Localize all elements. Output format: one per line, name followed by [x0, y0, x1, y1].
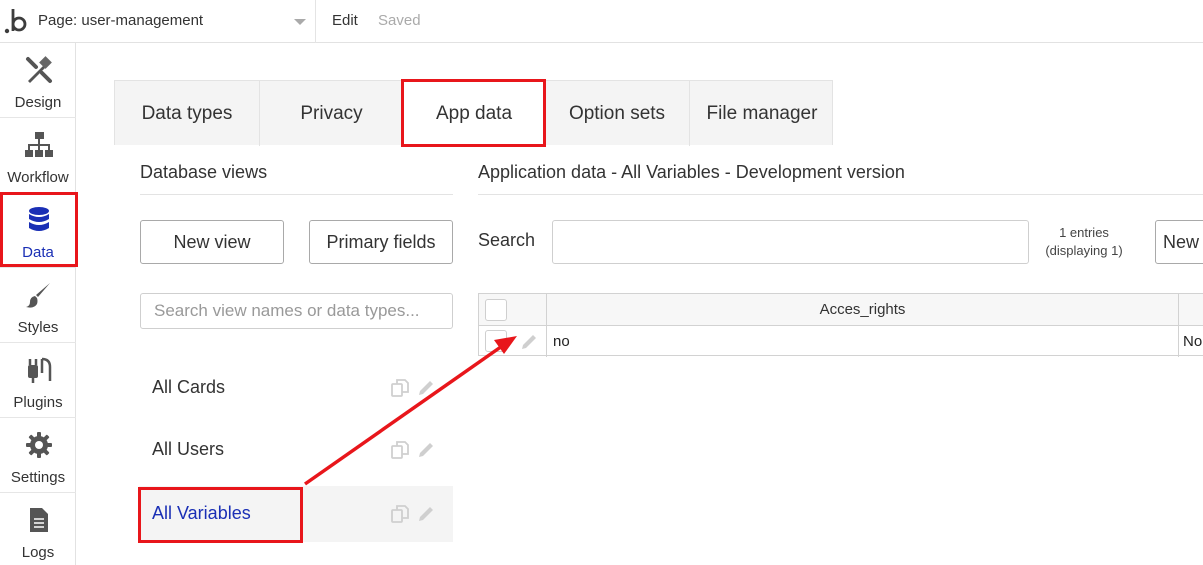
- save-status: Saved: [378, 12, 421, 29]
- sidebar-item-label: Plugins: [13, 394, 63, 411]
- tab-app-data[interactable]: App data: [404, 81, 545, 146]
- search-label: Search: [478, 230, 536, 250]
- copy-icon[interactable]: [390, 440, 410, 460]
- tab-file-manager[interactable]: File manager: [690, 81, 834, 146]
- sidebar-item-logs[interactable]: Logs: [0, 493, 76, 565]
- database-icon: [29, 207, 49, 231]
- divider: [478, 194, 1203, 195]
- document-icon: [30, 508, 48, 532]
- column-header-acces-rights[interactable]: Acces_rights: [547, 294, 1178, 326]
- entries-count: 1 entries (displaying 1): [1034, 224, 1134, 260]
- pencil-icon[interactable]: [416, 440, 436, 460]
- sidebar-item-data[interactable]: Data: [0, 193, 76, 268]
- view-item-label: All Variables: [152, 503, 251, 523]
- page-selector-label: Page: user-management: [38, 12, 204, 29]
- search-input[interactable]: [552, 220, 1029, 264]
- top-bar: Page: user-management Edit Saved: [0, 0, 1203, 43]
- view-item-all-users[interactable]: All Users: [139, 422, 453, 478]
- select-all-checkbox[interactable]: [485, 299, 507, 321]
- row-checkbox[interactable]: [485, 330, 507, 352]
- sidebar-item-plugins[interactable]: Plugins: [0, 343, 76, 418]
- sidebar-item-label: Workflow: [7, 169, 69, 186]
- sidebar-item-label: Logs: [21, 544, 55, 561]
- pencil-icon[interactable]: [416, 504, 436, 524]
- divider: [315, 0, 316, 43]
- tab-privacy[interactable]: Privacy: [260, 81, 404, 146]
- pencil-icon[interactable]: [519, 332, 539, 352]
- data-tabs: Data types Privacy App data Option sets …: [114, 80, 834, 146]
- tab-data-types[interactable]: Data types: [115, 81, 260, 146]
- sidebar-item-label: Design: [14, 94, 62, 111]
- view-item-all-cards[interactable]: All Cards: [139, 360, 453, 416]
- sidebar-item-settings[interactable]: Settings: [0, 418, 76, 493]
- divider: [1178, 294, 1179, 357]
- plug-icon: [28, 357, 52, 383]
- new-view-button[interactable]: New view: [140, 220, 284, 264]
- table-cell[interactable]: no: [553, 333, 570, 350]
- workflow-icon: [25, 132, 53, 157]
- view-item-all-variables[interactable]: All Variables: [139, 486, 453, 542]
- tab-option-sets[interactable]: Option sets: [545, 81, 690, 146]
- sidebar-item-label: Settings: [10, 469, 66, 486]
- edit-menu[interactable]: Edit: [332, 12, 358, 29]
- sidebar: Design Workflow Data Styles Plugins Sett…: [0, 43, 76, 565]
- view-item-label: All Cards: [152, 377, 226, 397]
- sidebar-item-label: Styles: [17, 319, 59, 336]
- sidebar-item-design[interactable]: Design: [0, 43, 76, 118]
- view-search-input[interactable]: Search view names or data types...: [140, 293, 453, 329]
- primary-fields-button[interactable]: Primary fields: [309, 220, 453, 264]
- view-item-label: All Users: [152, 439, 225, 459]
- brush-icon: [26, 283, 50, 308]
- new-entry-button[interactable]: New: [1155, 220, 1203, 264]
- bubble-logo-icon[interactable]: [4, 6, 30, 36]
- gear-icon: [26, 432, 52, 458]
- divider: [140, 194, 453, 195]
- design-icon: [26, 56, 52, 83]
- copy-icon[interactable]: [390, 378, 410, 398]
- sidebar-item-workflow[interactable]: Workflow: [0, 118, 76, 193]
- table-cell[interactable]: No: [1183, 333, 1202, 350]
- sidebar-item-label: Data: [22, 244, 54, 261]
- entries-displaying-text: (displaying 1): [1045, 243, 1123, 258]
- pencil-icon[interactable]: [416, 378, 436, 398]
- data-table: Acces_rights no No: [478, 293, 1203, 357]
- copy-icon[interactable]: [390, 504, 410, 524]
- sidebar-item-styles[interactable]: Styles: [0, 268, 76, 343]
- chevron-down-icon: [294, 19, 306, 25]
- database-views-title: Database views: [140, 162, 268, 182]
- app-data-title: Application data - All Variables - Devel…: [478, 162, 905, 182]
- page-selector[interactable]: Page: user-management: [38, 7, 314, 35]
- entries-count-text: 1 entries: [1059, 225, 1109, 240]
